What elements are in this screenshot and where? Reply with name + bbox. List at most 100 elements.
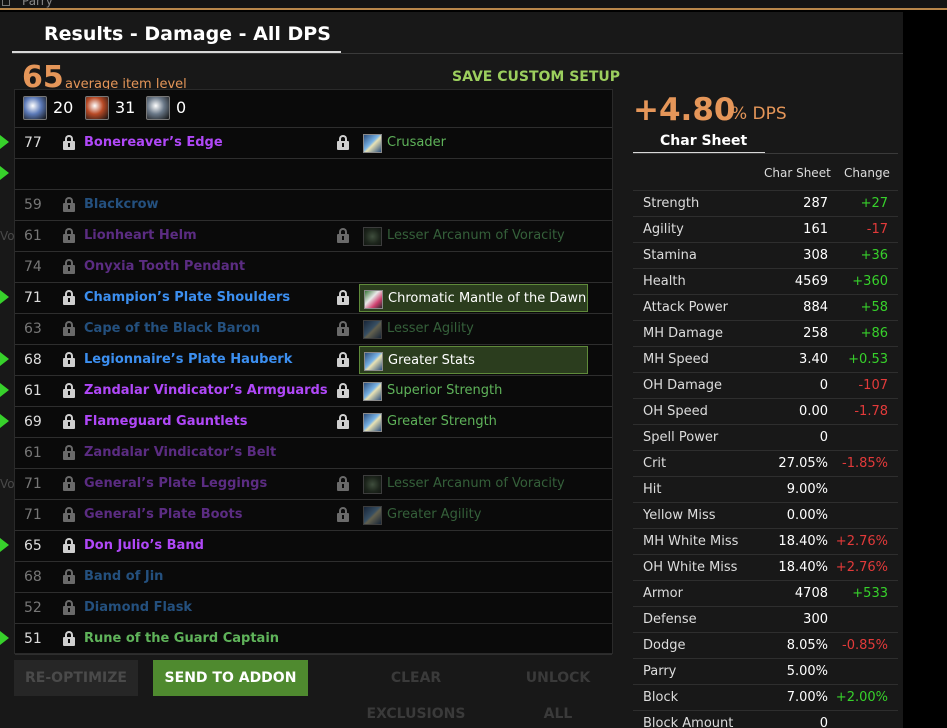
gear-row[interactable]: 71 General’s Plate Boots Greater Agility — [15, 500, 612, 531]
lock-body — [337, 234, 349, 243]
stat-row: Strength 287 +27 — [633, 190, 898, 216]
gear-row[interactable]: 68 Band of Jin — [15, 562, 612, 593]
gear-row[interactable]: 74 Onyxia Tooth Pendant — [15, 252, 612, 283]
save-custom-setup-button[interactable]: SAVE CUSTOM SETUP — [452, 69, 620, 85]
enchant-slot[interactable]: Lesser Arcanum of Voracity — [359, 222, 588, 250]
item-name[interactable]: Zandalar Vindicator’s Belt — [84, 445, 276, 460]
unlock-all-button[interactable]: UNLOCK ALL — [512, 660, 604, 722]
equip-arrow-icon — [0, 538, 9, 552]
item-lock-icon[interactable] — [63, 383, 75, 398]
item-name[interactable]: Champion’s Plate Shoulders — [84, 290, 290, 305]
stat-name: Block — [643, 690, 679, 705]
item-name[interactable]: Legionnaire’s Plate Hauberk — [84, 352, 292, 367]
gear-row[interactable]: 61 Zandalar Vindicator’s Belt — [15, 438, 612, 469]
item-lock-icon[interactable] — [63, 476, 75, 491]
lock-body — [337, 389, 349, 398]
gear-row[interactable]: 63 Cape of the Black Baron Lesser Agility — [15, 314, 612, 345]
item-name[interactable]: Diamond Flask — [84, 600, 192, 615]
stat-row: MH Damage 258 +86 — [633, 320, 898, 346]
item-lock-icon[interactable] — [63, 197, 75, 212]
item-name[interactable]: Bonereaver’s Edge — [84, 135, 223, 150]
gear-row[interactable]: 71 General’s Plate Leggings Lesser Arcanum… — [15, 469, 612, 500]
gear-row[interactable]: 68 Legionnaire’s Plate Hauberk Greater Sta… — [15, 345, 612, 376]
item-name[interactable]: Zandalar Vindicator’s Armguards — [84, 383, 328, 398]
item-lock-icon[interactable] — [63, 321, 75, 336]
item-name[interactable]: Rune of the Guard Captain — [84, 631, 279, 646]
stat-change: +0.53 — [848, 352, 888, 367]
gear-row[interactable]: 59 Blackcrow — [15, 190, 612, 221]
stat-value: 308 — [803, 248, 828, 263]
gear-row[interactable]: 52 Diamond Flask — [15, 593, 612, 624]
item-lock-icon[interactable] — [63, 445, 75, 460]
enchant-slot[interactable]: Chromatic Mantle of the Dawn — [359, 284, 588, 312]
item-lock-icon[interactable] — [63, 135, 75, 150]
stat-change: -1.78 — [854, 404, 888, 419]
stat-name: Block Amount — [643, 716, 734, 728]
item-name[interactable]: Blackcrow — [84, 197, 159, 212]
lock-body — [63, 265, 75, 274]
item-lock-icon[interactable] — [63, 600, 75, 615]
enchant-lock-icon[interactable] — [337, 352, 349, 367]
enchant-slot[interactable]: Superior Strength — [359, 377, 588, 405]
lock-body — [337, 141, 349, 150]
gear-row[interactable]: 69 Flameguard Gauntlets Greater Strength — [15, 407, 612, 438]
gear-row[interactable] — [15, 159, 612, 190]
gear-row[interactable]: 71 Champion’s Plate Shoulders Chromatic Ma… — [15, 283, 612, 314]
item-name[interactable]: Lionheart Helm — [84, 228, 197, 243]
item-name[interactable]: Flameguard Gauntlets — [84, 414, 247, 429]
item-lock-icon[interactable] — [63, 352, 75, 367]
send-to-addon-button[interactable]: SEND TO ADDON — [153, 660, 308, 696]
clear-exclusions-button[interactable]: CLEAR EXCLUSIONS — [346, 660, 486, 722]
gear-row[interactable]: 61 Lionheart Helm Lesser Arcanum of Voraci… — [15, 221, 612, 252]
enchant-lock-icon[interactable] — [337, 476, 349, 491]
enchant-lock-icon[interactable] — [337, 321, 349, 336]
gear-row[interactable]: 65 Don Julio’s Band — [15, 531, 612, 562]
item-lock-icon[interactable] — [63, 569, 75, 584]
item-lock-icon[interactable] — [63, 414, 75, 429]
enchant-slot[interactable]: Crusader — [359, 129, 588, 157]
stat-row: Yellow Miss 0.00% — [633, 502, 898, 528]
item-lock-icon[interactable] — [63, 538, 75, 553]
enchant-icon — [363, 227, 382, 246]
item-name[interactable]: General’s Plate Leggings — [84, 476, 267, 491]
item-name[interactable]: General’s Plate Boots — [84, 507, 242, 522]
enchant-lock-icon[interactable] — [337, 507, 349, 522]
stat-row: Block Amount 0 — [633, 710, 898, 728]
enchant-lock-icon[interactable] — [337, 290, 349, 305]
item-name[interactable]: Don Julio’s Band — [84, 538, 204, 553]
lock-body — [337, 482, 349, 491]
item-level: 71 — [24, 507, 42, 523]
equip-arrow-icon — [0, 135, 9, 149]
enchant-icon — [364, 290, 383, 309]
enchant-slot[interactable]: Lesser Arcanum of Voracity — [359, 470, 588, 498]
enchant-lock-icon[interactable] — [337, 414, 349, 429]
enchant-name: Lesser Agility — [387, 321, 474, 336]
stat-name: MH White Miss — [643, 534, 739, 549]
gear-row[interactable]: 77 Bonereaver’s Edge Crusader — [15, 128, 612, 159]
gear-row[interactable]: 51 Rune of the Guard Captain — [15, 624, 612, 655]
item-lock-icon[interactable] — [63, 507, 75, 522]
item-lock-icon[interactable] — [63, 259, 75, 274]
enchant-slot[interactable]: Greater Strength — [359, 408, 588, 436]
enchant-lock-icon[interactable] — [337, 135, 349, 150]
item-name[interactable]: Onyxia Tooth Pendant — [84, 259, 245, 274]
enchant-icon — [363, 134, 382, 153]
re-optimize-button[interactable]: RE-OPTIMIZE — [14, 660, 138, 696]
item-name[interactable]: Band of Jin — [84, 569, 163, 584]
item-name[interactable]: Cape of the Black Baron — [84, 321, 260, 336]
gear-row[interactable]: 61 Zandalar Vindicator’s Armguards Superio… — [15, 376, 612, 407]
enchant-slot[interactable]: Lesser Agility — [359, 315, 588, 343]
enchant-lock-icon[interactable] — [337, 383, 349, 398]
enchant-slot[interactable]: Greater Agility — [359, 501, 588, 529]
enchant-slot[interactable]: Greater Stats — [359, 346, 588, 374]
enchant-name: Greater Strength — [387, 414, 497, 429]
lock-body — [63, 420, 75, 429]
item-lock-icon[interactable] — [63, 290, 75, 305]
item-lock-icon[interactable] — [63, 631, 75, 646]
item-lock-icon[interactable] — [63, 228, 75, 243]
enchant-lock-icon[interactable] — [337, 228, 349, 243]
item-level: 65 — [24, 538, 42, 554]
parry-checkbox[interactable] — [2, 0, 10, 6]
stat-row: OH Speed 0.00 -1.78 — [633, 398, 898, 424]
stat-name: Hit — [643, 482, 662, 497]
